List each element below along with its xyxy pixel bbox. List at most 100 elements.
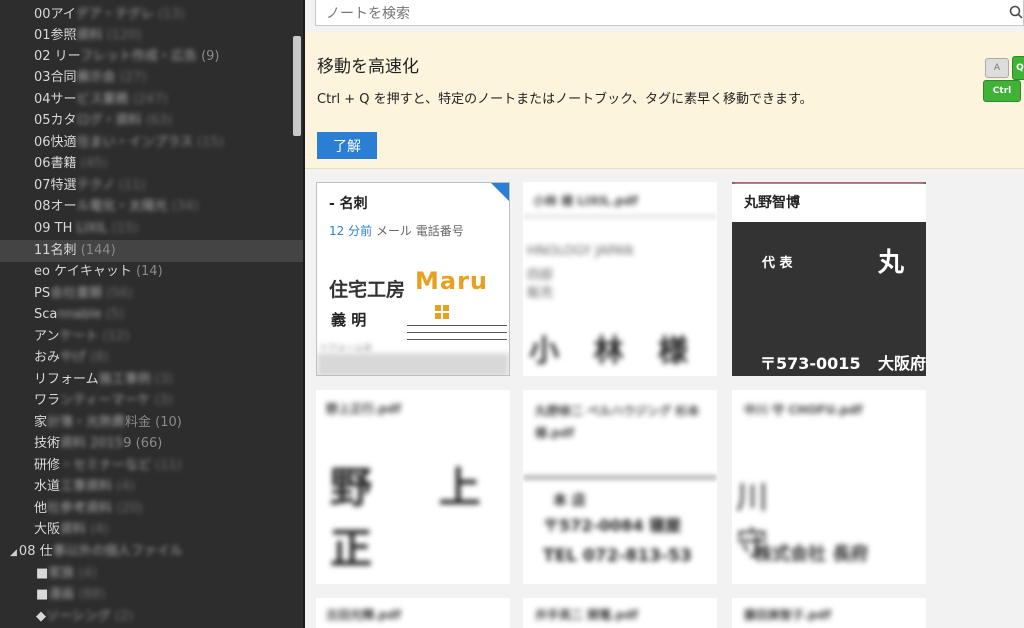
sidebar: 00アイデア・テグレ (13) 01参照資料 (120) 02 リーフレット作成… (0, 0, 305, 628)
notebook-name-blurred: 資料 (60, 522, 87, 537)
sidebar-item[interactable]: 07特選テクノ (11) (34, 175, 146, 196)
sidebar-stack-header[interactable]: ◢ 08 仕事以外の個人ファイル (10, 541, 183, 562)
note-count: 9 (66) (123, 436, 163, 451)
note-title: 古田光輝.pdf (326, 608, 401, 622)
notebook-name-blurred: テクノ (76, 178, 115, 193)
note-count: (4) (116, 479, 135, 494)
tip-title: 移動を高速化 (317, 57, 419, 77)
sidebar-item[interactable]: 00アイデア・テグレ (13) (34, 4, 185, 25)
sidebar-item[interactable]: 04サービス業務 (247) (34, 89, 168, 110)
notebook-name: おみ (34, 350, 61, 365)
notebook-name: 11名刺 (34, 243, 77, 258)
sidebar-item[interactable]: Scannable (5) (34, 304, 124, 325)
notebook-name: 04サー (34, 92, 77, 107)
notebook-name: リフォーム (34, 372, 99, 387)
sidebar-item[interactable]: 08オール電化・太陽光 (34) (34, 196, 198, 217)
sidebar-item[interactable]: eo ケイキャット (14) (34, 261, 163, 282)
note-card[interactable]: 丸野智博 代 表 丸 〒573-0015 大阪府 (732, 182, 926, 376)
notebook-name-blurred: 会社書類 (50, 286, 103, 301)
note-count: (20) (116, 501, 143, 516)
sidebar-item[interactable]: 他社参考資料 (20) (34, 498, 143, 519)
notebook-name-blurred: ル電化・太陽光 (76, 199, 168, 214)
notebook-name-blurred: やげ (60, 350, 87, 365)
sidebar-item[interactable]: PS会社書類 (56) (34, 283, 133, 304)
sidebar-item[interactable]: 06快適住まい・インプラス (15) (34, 132, 224, 153)
sidebar-subitem[interactable]: ■家族 (4) (36, 563, 97, 584)
sidebar-item[interactable]: 02 リーフレット作成・広告 (9) (34, 46, 219, 67)
sidebar-item[interactable]: ワランティーマーケ (3) (34, 390, 173, 411)
sidebar-item[interactable]: 06書籍 (45) (34, 153, 107, 174)
note-count: (120) (106, 28, 142, 43)
notebook-name: 大阪 (34, 522, 61, 537)
notebook-name-blurred: 計簿・光熱費 (47, 415, 126, 430)
card-line: HNOLOGY JAPAN (527, 244, 634, 259)
sidebar-subitem[interactable]: ◆ソーシング (2) (36, 606, 133, 627)
note-card[interactable]: 中川 守 CHOFU.pdf 川 守 株式会社 長府 (732, 390, 926, 584)
notebook-name: 家 (34, 415, 48, 430)
note-card[interactable]: 野上正行.pdf 野 上 正 (316, 390, 510, 584)
notebook-name: 00アイ (34, 7, 76, 22)
notebook-name: 技術 (34, 436, 61, 451)
note-card[interactable]: 井手英二 関電.pdf (523, 598, 717, 628)
sidebar-item[interactable]: 大阪資料 (4) (34, 519, 109, 540)
note-card[interactable]: 小林 様 LIXIL.pdf HNOLOGY JAPAN 四部 販売 小 林 様 (523, 182, 717, 376)
sidebar-item[interactable]: おみやげ (8) (34, 347, 109, 368)
note-count: (144) (80, 243, 116, 258)
notebook-name: 02 リー (34, 49, 80, 64)
sidebar-item[interactable]: リフォーム施工事例 (3) (34, 369, 173, 390)
note-count: (2) (114, 609, 134, 624)
notebook-name: 06快適 (34, 135, 77, 150)
meister-logo-icon (435, 305, 449, 319)
note-title: 小林 様 LIXIL.pdf (533, 194, 638, 208)
note-count: (13) (158, 7, 185, 22)
sidebar-item[interactable]: 03合同展示会 (27) (34, 67, 146, 88)
sidebar-item[interactable]: 研修・セミナーなど (11) (34, 455, 182, 476)
card-line: 四部 (527, 268, 554, 283)
notebook-name: 研修 (34, 458, 61, 473)
stack-name: 08 仕 (18, 544, 53, 559)
notebook-name: Sca (34, 307, 58, 322)
card-bottom-strip (317, 353, 509, 375)
card-person-name: 小 林 様 (529, 334, 700, 369)
dismiss-tip-button[interactable]: 了解 (317, 132, 377, 159)
note-count: (5) (105, 307, 125, 322)
search-input[interactable] (324, 3, 978, 25)
note-card[interactable]: 藤田美智子.pdf (732, 598, 926, 628)
collapse-triangle-icon[interactable]: ◢ (10, 548, 17, 558)
sidebar-item[interactable]: 技術資料 20159 (66) (34, 433, 162, 454)
note-card[interactable]: 古田光輝.pdf (316, 598, 510, 628)
note-count: (15) (197, 135, 224, 150)
notebook-name: 他 (34, 501, 48, 516)
sidebar-item[interactable]: 09 TH LIXIL (15) (34, 218, 138, 239)
note-count: 料金 (10) (125, 415, 182, 430)
sidebar-item[interactable]: 05カタログ・資料 (63) (34, 110, 172, 131)
sidebar-item[interactable]: 水道工事資料 (4) (34, 476, 135, 497)
notebook-name: 09 TH (34, 221, 73, 236)
sidebar-item[interactable]: アンケート (12) (34, 326, 129, 347)
notebook-name: ◆ (36, 609, 46, 624)
note-card[interactable]: 丸野修二 ベルハウジング 杉本様.pdf 本 店 〒572-0084 寝屋 TE… (523, 390, 717, 584)
note-card[interactable]: - 名刺 12 分前 メール 電話番号 住宅工房 Maru 義 明 リフォームを (316, 182, 510, 376)
note-count: (14) (135, 264, 163, 279)
key-a-icon: A (985, 58, 1009, 78)
note-count: (4) (78, 566, 97, 581)
note-count: (15) (111, 221, 139, 236)
sidebar-item[interactable]: 01参照資料 (120) (34, 25, 142, 46)
notebook-name-blurred: デア・テグレ (75, 7, 154, 22)
card-city: 大阪府 (878, 354, 926, 373)
tip-banner: 移動を高速化 Ctrl + Q を押すと、特定のノートまたはノートブック、タグに… (305, 32, 1024, 169)
card-person-name: 野 上 正 (330, 463, 507, 573)
note-count: (11) (155, 458, 182, 473)
card-fine-print (407, 323, 507, 346)
note-time: 12 分前 (329, 224, 373, 238)
sidebar-item[interactable]: 家計簿・光熱費料金 (10) (34, 412, 182, 433)
sidebar-scrollbar[interactable] (293, 36, 301, 136)
notebook-name-blurred: 工事資料 (60, 479, 113, 494)
search-icon[interactable] (1009, 5, 1023, 19)
card-brand-logo: Maru (415, 267, 488, 295)
sidebar-item-selected[interactable]: 11名刺 (144) (34, 240, 116, 261)
notebook-name: ワラ (34, 393, 61, 408)
notebook-name-blurred: ンティーマーケ (60, 393, 151, 408)
note-snippet: メール 電話番号 (375, 224, 464, 238)
sidebar-subitem[interactable]: ■漫画 (88) (36, 584, 105, 605)
